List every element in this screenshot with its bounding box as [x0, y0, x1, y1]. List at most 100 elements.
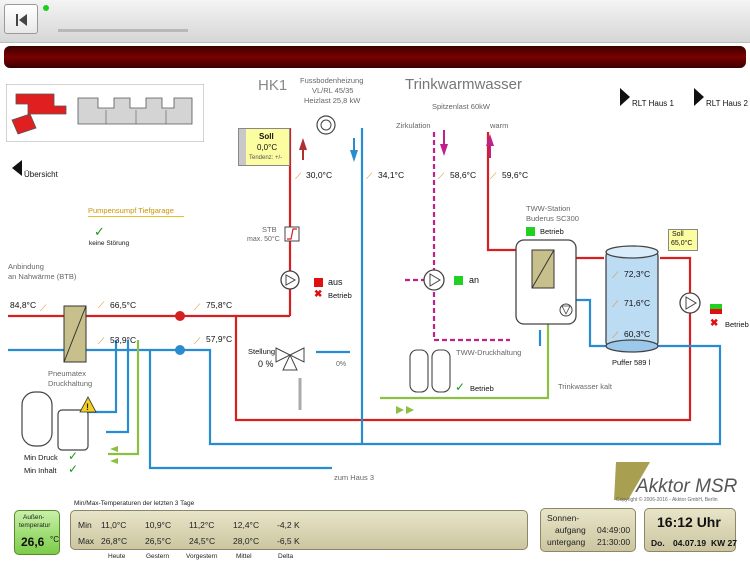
temp-hk1-vl: 30,0°C: [306, 170, 333, 180]
outside-temp-label: Außen-: [23, 514, 45, 521]
col-vorgestern: Vorgestern: [186, 553, 218, 560]
outside-temp-panel: Außen- temperatur 26,6 °C: [14, 510, 60, 555]
row-max-label: Max: [78, 536, 95, 546]
clock-time: 16:12 Uhr: [657, 514, 721, 530]
minmax-title: Min/Max-Temperaturen der letzten 3 Tage: [74, 500, 195, 507]
tendency-label: Tendenz: +/-: [249, 155, 283, 161]
min-gestern: 10,9°C: [145, 520, 172, 530]
sunset-label: untergang: [547, 537, 586, 547]
sensor-icon: ⟋: [295, 171, 302, 181]
pump-status-off: [314, 278, 323, 287]
error-x-icon: ✖: [314, 289, 323, 300]
row-min-label: Min: [78, 520, 92, 530]
divider: [88, 216, 184, 217]
clock-panel: 16:12 Uhr Do. 04.07.19 KW 27: [644, 508, 737, 552]
checkmark-icon: ✓: [68, 449, 79, 463]
pump-status-on: [454, 276, 463, 285]
clock-date: 04.07.19: [673, 538, 707, 548]
anbindung-label-2: an Nahwärme (BTB): [8, 272, 77, 281]
setpoint-box-puffer[interactable]: Soll 65,0°C: [668, 229, 698, 251]
sensor-icon: ⟋: [40, 303, 47, 313]
tww-station-label: TWW-Station: [526, 204, 571, 213]
svg-text:!: !: [86, 402, 89, 412]
sensor-icon: ⟋: [612, 330, 619, 340]
setpoint-label: Soll: [259, 132, 274, 141]
max-delta: -6,5 K: [277, 536, 300, 546]
stb-max: max. 50°C: [247, 236, 280, 243]
min-heute: 11,0°C: [101, 520, 127, 530]
col-mittel: Mittel: [236, 553, 252, 560]
sensor-icon: ⟋: [612, 270, 619, 280]
checkmark-icon: ✓: [68, 462, 79, 476]
zum-haus3-link[interactable]: zum Haus 3: [334, 473, 374, 482]
sunset-time: 21:30:00: [597, 537, 631, 547]
temp-zirkulation: 58,6°C: [450, 170, 477, 180]
tww-station-model: Buderus SC300: [526, 214, 579, 223]
pump-operation-label: Betrieb: [725, 320, 749, 329]
setpoint-box-hk1[interactable]: Soll 0,0°C Tendenz: +/-: [238, 128, 290, 166]
sun-label: Sonnen-: [547, 513, 580, 523]
temp-puffer-mid: 71,6°C: [624, 298, 651, 308]
sensor-icon: ⟋: [98, 300, 105, 310]
sensor-icon: ⟋: [490, 171, 497, 181]
temp-wt-vl: 66,5°C: [110, 300, 137, 310]
pump-status-label: aus: [328, 277, 343, 287]
pneumatex-label-2: Druckhaltung: [48, 379, 93, 388]
temp-hk1-rl: 34,1°C: [378, 170, 405, 180]
outside-temp-unit: °C: [50, 535, 59, 544]
min-inhalt-label: Min Inhalt: [24, 466, 57, 475]
hydraulic-schema: !: [8, 115, 722, 500]
sunrise-label: aufgang: [555, 525, 586, 535]
sensor-icon: ⟋: [194, 336, 201, 346]
temp-puffer-bottom: 60,3°C: [624, 329, 651, 339]
cold-water-label: Trinkwasser kalt: [558, 382, 612, 391]
pneumatex-label: Pneumatex: [48, 369, 86, 378]
col-heute: Heute: [108, 553, 126, 560]
minmax-panel: Min Max 11,0°C 10,9°C 11,2°C 12,4°C -4,2…: [70, 510, 528, 550]
temp-wt-rl: 53,9°C: [110, 335, 137, 345]
sensor-icon: ⟋: [98, 336, 105, 346]
valve-position-value: 0 %: [258, 359, 274, 369]
min-mittel: 12,4°C: [233, 520, 260, 530]
puffer-label: Puffer 589 l: [612, 358, 651, 367]
checkmark-icon: ✓: [94, 224, 105, 239]
temp-rl-sec: 57,9°C: [206, 334, 233, 344]
col-gestern: Gestern: [146, 553, 170, 560]
stb-label: STB: [262, 225, 277, 234]
min-delta: -4,2 K: [277, 520, 300, 530]
tww-pump-status: an: [469, 275, 480, 285]
sensor-icon: ⟋: [194, 302, 201, 312]
max-vorgestern: 24,5°C: [189, 536, 216, 546]
brand-logo: Akktor MSR: [636, 476, 738, 497]
anbindung-label: Anbindung: [8, 262, 44, 271]
temp-anbindung-vl: 84,8°C: [10, 300, 37, 310]
clock-day: Do.: [651, 538, 665, 548]
temp-warm: 59,6°C: [502, 170, 529, 180]
checkmark-icon: ✓: [455, 380, 466, 394]
sensor-icon: ⟋: [438, 171, 445, 181]
col-delta: Delta: [278, 553, 294, 560]
pump-status-off: [710, 309, 722, 314]
min-vorgestern: 11,2°C: [189, 520, 215, 530]
temp-vl-sec: 75,8°C: [206, 300, 233, 310]
setpoint-value: 0,0°C: [257, 143, 278, 152]
temp-puffer-top: 72,3°C: [624, 269, 651, 279]
outside-temp-value: 26,6: [21, 535, 45, 549]
keine-stoerung-label: keine Störung: [89, 240, 130, 247]
station-operation-label: Betrieb: [540, 227, 564, 236]
pump-operation-label: Betrieb: [328, 291, 352, 300]
clock-week: KW 27: [711, 538, 737, 548]
max-heute: 26,8°C: [101, 536, 128, 546]
error-x-icon: ✖: [710, 318, 719, 329]
status-footer: Außen- temperatur 26,6 °C Min/Max-Temper…: [0, 500, 750, 562]
setpoint-value: 65,0°C: [671, 240, 693, 247]
tww-druckhaltung-label: TWW-Druckhaltung: [456, 348, 522, 357]
outside-temp-label-2: temperatur: [19, 522, 51, 529]
sensor-icon: ⟋: [366, 171, 373, 181]
min-druck-label: Min Druck: [24, 453, 58, 462]
max-mittel: 28,0°C: [233, 536, 260, 546]
pumpensumpf-link[interactable]: Pumpensumpf Tiefgarage: [88, 206, 174, 215]
station-status-on: [526, 227, 535, 236]
sun-panel: Sonnen- aufgang 04:49:00 untergang 21:30…: [540, 508, 636, 552]
setpoint-label: Soll: [672, 231, 684, 238]
